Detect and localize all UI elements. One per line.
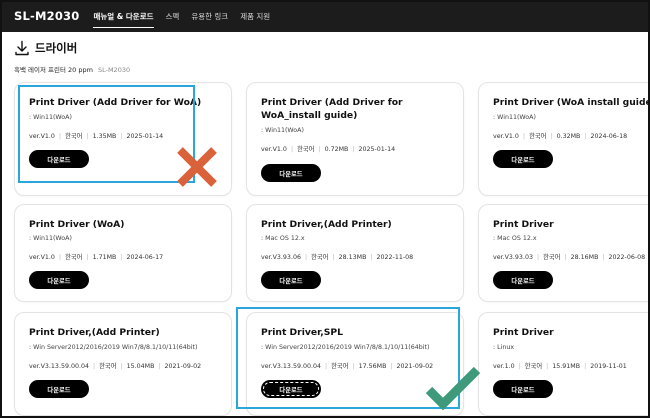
download-button[interactable]: 다운로드	[493, 150, 553, 168]
top-nav: SL-M2030 매뉴얼 & 다운로드 스펙 유용한 링크 제품 지원	[0, 0, 650, 32]
driver-date: 2025-01-14	[358, 146, 396, 153]
product-subtitle: 흑백 레이저 프린터 20 ppm SL-M2030	[14, 64, 130, 74]
download-button[interactable]: 다운로드	[261, 164, 321, 182]
driver-meta: ver.V3.13.59.00.04 | 한국어 | 15.04MB | 2021-09-0…	[29, 363, 202, 370]
driver-size: 15.04MB	[126, 363, 155, 370]
download-icon	[15, 40, 29, 56]
driver-version: ver.V1.0	[29, 133, 55, 140]
driver-date: 2022-06-08	[608, 254, 646, 261]
driver-language: 한국어	[529, 133, 547, 140]
driver-language: 한국어	[65, 133, 83, 140]
wrong-x-icon	[177, 147, 217, 187]
driver-title: Print Driver (WoA)	[29, 219, 125, 230]
driver-os: : Mac OS 12.x	[493, 235, 537, 242]
driver-card: Print Driver,(Add Printer) : Mac OS 12.x…	[246, 204, 464, 302]
driver-os: : Win Server2012/2016/2019 Win7/8/8.1/10…	[261, 344, 430, 351]
driver-language: 한국어	[297, 146, 315, 153]
correct-check-icon	[425, 366, 481, 411]
driver-version: ver.V3.13.59.00.04	[29, 363, 89, 370]
product-description: 흑백 레이저 프린터 20 ppm	[14, 66, 93, 74]
driver-meta: ver.1.0 | 한국어 | 15.91MB | 2019-11-01	[493, 363, 627, 370]
driver-date: 2024-06-17	[126, 254, 164, 261]
driver-title: Print Driver (WoA install guide)	[493, 97, 650, 108]
driver-version: ver.V1.0	[493, 133, 519, 140]
driver-meta: ver.V1.0 | 한국어 | 0.72MB | 2025-01-14	[261, 146, 396, 153]
driver-date: 2022-11-08	[376, 254, 414, 261]
driver-title: Print Driver (Add Driver for WoA_install…	[261, 97, 403, 121]
driver-meta: ver.V3.13.59.00.04 | 한국어 | 17.56MB | 2021-09-0…	[261, 363, 434, 370]
driver-language: 한국어	[524, 363, 543, 370]
driver-version: ver.V3.93.03	[493, 254, 533, 261]
driver-os: : Mac OS 12.x	[261, 235, 305, 242]
driver-size: 17.56MB	[358, 363, 387, 370]
driver-title: Print Driver	[493, 327, 554, 338]
driver-title: Print Driver,(Add Printer)	[29, 327, 160, 338]
download-button[interactable]: 다운로드	[29, 271, 89, 289]
nav-item-manuals-downloads[interactable]: 매뉴얼 & 다운로드	[93, 9, 154, 28]
driver-meta: ver.V3.93.06 | 한국어 | 28.13MB | 2022-11-08	[261, 254, 414, 261]
nav-item-specs[interactable]: 스펙	[166, 9, 180, 24]
driver-date: 2019-11-01	[590, 363, 627, 370]
driver-language: 한국어	[543, 254, 561, 261]
download-button[interactable]: 다운로드	[261, 271, 321, 289]
driver-os: : Linux	[493, 344, 515, 351]
driver-size: 0.32MB	[556, 133, 581, 140]
driver-title: Print Driver,(Add Printer)	[261, 219, 392, 230]
driver-os: : Win11(WoA)	[29, 114, 72, 121]
nav-item-useful-links[interactable]: 유용한 링크	[191, 9, 228, 24]
download-button[interactable]: 다운로드	[493, 380, 553, 398]
driver-version: ver.V3.13.59.00.04	[261, 363, 321, 370]
driver-size: 28.16MB	[570, 254, 599, 261]
driver-card: Print Driver (Add Driver for WoA_install…	[246, 82, 464, 196]
driver-version: ver.V1.0	[29, 254, 55, 261]
driver-title: Print Driver (Add Driver for WoA)	[29, 97, 202, 108]
driver-size: 1.71MB	[92, 254, 117, 261]
product-model: SL-M2030	[97, 66, 131, 74]
driver-version: ver.V3.93.06	[261, 254, 301, 261]
driver-version: ver.1.0	[493, 363, 515, 370]
driver-date: 2024-06-18	[590, 133, 628, 140]
driver-card: Print Driver (WoA) : Win11(WoA) ver.V1.0…	[14, 204, 232, 302]
product-name: SL-M2030	[14, 9, 80, 23]
driver-meta: ver.V1.0 | 한국어 | 0.32MB | 2024-06-18	[493, 133, 628, 140]
download-button[interactable]: 다운로드	[261, 380, 321, 398]
driver-size: 0.72MB	[324, 146, 349, 153]
driver-size: 28.13MB	[338, 254, 367, 261]
driver-size: 15.91MB	[552, 363, 581, 370]
driver-title: Print Driver,SPL	[261, 327, 343, 338]
section-header: 드라이버	[14, 40, 77, 56]
driver-version: ver.V1.0	[261, 146, 287, 153]
nav-item-support[interactable]: 제품 지원	[240, 9, 270, 24]
download-button[interactable]: 다운로드	[493, 271, 553, 289]
driver-meta: ver.V3.93.03 | 한국어 | 28.16MB | 2022-06-08	[493, 254, 646, 261]
download-button[interactable]: 다운로드	[29, 150, 89, 168]
driver-meta: ver.V1.0 | 한국어 | 1.71MB | 2024-06-17	[29, 254, 164, 261]
driver-language: 한국어	[311, 254, 329, 261]
driver-language: 한국어	[331, 363, 349, 370]
driver-title: Print Driver	[493, 219, 554, 230]
driver-card: Print Driver : Linux ver.1.0 | 한국어 | 15.91MB…	[478, 312, 650, 416]
driver-os: : Win11(WoA)	[493, 114, 536, 121]
driver-os: : Win11(WoA)	[261, 127, 304, 134]
driver-card: Print Driver,(Add Printer) : Win Server2…	[14, 312, 232, 416]
driver-os: : Win11(WoA)	[29, 235, 72, 242]
driver-size: 1.35MB	[92, 133, 117, 140]
driver-card: Print Driver : Mac OS 12.x ver.V3.93.03 |…	[478, 204, 650, 302]
driver-language: 한국어	[99, 363, 117, 370]
driver-date: 2021-09-02	[164, 363, 202, 370]
driver-language: 한국어	[65, 254, 83, 261]
section-title: 드라이버	[35, 41, 78, 55]
driver-os: : Win Server2012/2016/2019 Win7/8/8.1/10…	[29, 344, 198, 351]
driver-date: 2025-01-14	[126, 133, 164, 140]
driver-card: Print Driver (WoA install guide) : Win11…	[478, 82, 650, 196]
driver-meta: ver.V1.0 | 한국어 | 1.35MB | 2025-01-14	[29, 133, 164, 140]
download-button[interactable]: 다운로드	[29, 380, 89, 398]
